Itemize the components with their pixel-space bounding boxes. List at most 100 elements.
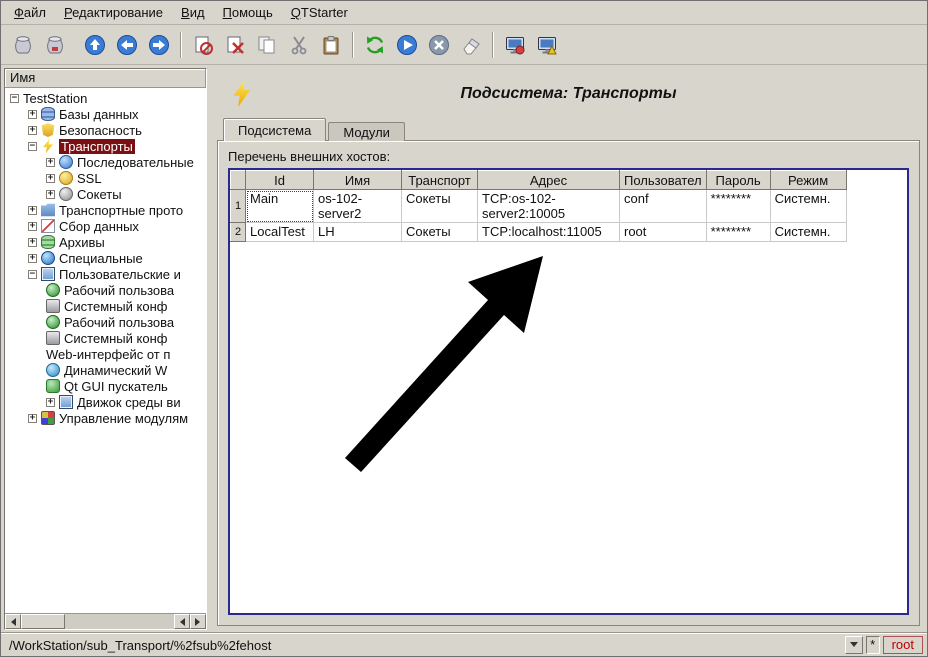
cell-mode[interactable]: Системн. bbox=[770, 223, 846, 242]
tree-item-label: Рабочий пользова bbox=[64, 283, 174, 298]
cell-address[interactable]: TCP:os-102-server2:10005 bbox=[478, 190, 620, 223]
user-dropdown-button[interactable] bbox=[845, 636, 863, 654]
cell-password[interactable]: ******** bbox=[706, 223, 770, 242]
expander-icon[interactable]: + bbox=[28, 206, 37, 215]
menu-qtstarter[interactable]: QTStarter bbox=[282, 2, 357, 23]
table-row[interactable]: 1 Main os-102-server2 Сокеты TCP:os-102-… bbox=[231, 190, 847, 223]
cell-transport[interactable]: Сокеты bbox=[402, 190, 478, 223]
column-header-user[interactable]: Пользовател bbox=[620, 171, 707, 190]
clear-icon[interactable] bbox=[455, 30, 487, 60]
cell-id[interactable]: LocalTest bbox=[246, 223, 314, 242]
expander-icon[interactable]: + bbox=[28, 110, 37, 119]
up-level-icon[interactable] bbox=[79, 30, 111, 60]
tree-item-web-vision[interactable]: Рабочий пользова bbox=[5, 282, 206, 298]
scroll-right-icon[interactable] bbox=[190, 614, 206, 629]
forward-icon[interactable] bbox=[143, 30, 175, 60]
tree-item-web-dyn[interactable]: Динамический W bbox=[5, 362, 206, 378]
tree-item-qt-config[interactable]: Системный конф bbox=[5, 330, 206, 346]
column-header-id[interactable]: Id bbox=[246, 171, 314, 190]
expander-icon[interactable]: − bbox=[28, 142, 37, 151]
tab-modules[interactable]: Модули bbox=[328, 122, 405, 141]
paste-item-icon[interactable] bbox=[315, 30, 347, 60]
scroll-left-icon[interactable] bbox=[174, 614, 190, 629]
tree-item-web-user[interactable]: Web-интерфейс от п bbox=[5, 346, 206, 362]
menu-help[interactable]: Помощь bbox=[214, 2, 282, 23]
cell-user[interactable]: root bbox=[620, 223, 707, 242]
hosts-table-area[interactable]: Id Имя Транспорт Адрес Пользовател Парол… bbox=[228, 168, 909, 615]
tree-item-sockets[interactable]: + Сокеты bbox=[5, 186, 206, 202]
menu-view[interactable]: Вид bbox=[172, 2, 214, 23]
refresh-icon[interactable] bbox=[359, 30, 391, 60]
chevron-down-icon bbox=[850, 642, 858, 651]
expander-icon[interactable]: + bbox=[46, 190, 55, 199]
expander-icon[interactable]: + bbox=[46, 158, 55, 167]
cell-mode[interactable]: Системн. bbox=[770, 190, 846, 223]
expander-icon[interactable]: + bbox=[28, 126, 37, 135]
scroll-left-icon[interactable] bbox=[5, 614, 21, 629]
tree-item-module-management[interactable]: + Управление модулям bbox=[5, 410, 206, 426]
tree-item-security[interactable]: + Безопасность bbox=[5, 122, 206, 138]
cell-password[interactable]: ******** bbox=[706, 190, 770, 223]
scrollbar-thumb[interactable] bbox=[21, 614, 65, 629]
cut-item-icon[interactable] bbox=[283, 30, 315, 60]
table-row[interactable]: 2 LocalTest LH Сокеты TCP:localhost:1100… bbox=[231, 223, 847, 242]
column-header-address[interactable]: Адрес bbox=[478, 171, 620, 190]
column-header-transport[interactable]: Транспорт bbox=[402, 171, 478, 190]
tree-item-databases[interactable]: + Базы данных bbox=[5, 106, 206, 122]
expander-icon[interactable]: + bbox=[28, 254, 37, 263]
tree-item-ssl[interactable]: + SSL bbox=[5, 170, 206, 186]
menu-file[interactable]: Файл bbox=[5, 2, 55, 23]
cell-user[interactable]: conf bbox=[620, 190, 707, 223]
cell-id[interactable]: Main bbox=[246, 190, 314, 223]
start-updating-icon[interactable] bbox=[391, 30, 423, 60]
copy-item-icon[interactable] bbox=[251, 30, 283, 60]
column-header-mode[interactable]: Режим bbox=[770, 171, 846, 190]
tree-item-serial[interactable]: + Последовательные bbox=[5, 154, 206, 170]
add-item-icon[interactable] bbox=[187, 30, 219, 60]
globe-icon bbox=[46, 363, 60, 377]
tree-item-specials[interactable]: + Специальные bbox=[5, 250, 206, 266]
menu-edit[interactable]: Редактирование bbox=[55, 2, 172, 23]
load-from-db-icon[interactable] bbox=[7, 30, 39, 60]
cell-name[interactable]: os-102-server2 bbox=[314, 190, 402, 223]
cell-address[interactable]: TCP:localhost:11005 bbox=[478, 223, 620, 242]
row-header[interactable]: 2 bbox=[231, 223, 246, 242]
expander-icon[interactable]: − bbox=[10, 94, 19, 103]
cell-transport[interactable]: Сокеты bbox=[402, 223, 478, 242]
tree-header[interactable]: Имя bbox=[5, 69, 206, 88]
tree-item-protocols[interactable]: + Транспортные прото bbox=[5, 202, 206, 218]
expander-icon[interactable]: + bbox=[46, 174, 55, 183]
expander-icon[interactable]: − bbox=[28, 270, 37, 279]
tree-item-qt-starter[interactable]: Qt GUI пускатель bbox=[5, 378, 206, 394]
column-header-name[interactable]: Имя bbox=[314, 171, 402, 190]
stop-updating-icon[interactable] bbox=[423, 30, 455, 60]
remove-item-icon[interactable] bbox=[219, 30, 251, 60]
tree-item-label: Безопасность bbox=[59, 123, 142, 138]
tree-item-transports[interactable]: − Транспорты bbox=[5, 138, 206, 154]
archive-icon bbox=[41, 235, 55, 249]
expander-icon[interactable]: + bbox=[28, 414, 37, 423]
back-icon[interactable] bbox=[111, 30, 143, 60]
expander-icon[interactable]: + bbox=[28, 238, 37, 247]
scrollbar-track[interactable] bbox=[65, 614, 174, 629]
cell-name[interactable]: LH bbox=[314, 223, 402, 242]
tree-item-label: SSL bbox=[77, 171, 102, 186]
column-header-password[interactable]: Пароль bbox=[706, 171, 770, 190]
tree-item-user-interfaces[interactable]: − Пользовательские и bbox=[5, 266, 206, 282]
statusbar: /WorkStation/sub_Transport/%2fsub%2fehos… bbox=[1, 633, 927, 656]
tree-item-vca-engine[interactable]: + Движок среды ви bbox=[5, 394, 206, 410]
expander-icon[interactable]: + bbox=[46, 398, 55, 407]
tree-horizontal-scrollbar[interactable] bbox=[5, 613, 206, 629]
tree-item-data-acquisition[interactable]: + Сбор данных bbox=[5, 218, 206, 234]
tree-item-label: Рабочий пользова bbox=[64, 315, 174, 330]
tree-item-teststation[interactable]: − TestStation bbox=[5, 90, 206, 106]
tree-item-vision[interactable]: Рабочий пользова bbox=[5, 314, 206, 330]
expander-icon[interactable]: + bbox=[28, 222, 37, 231]
row-header[interactable]: 1 bbox=[231, 190, 246, 223]
qtstarter-monitor-icon[interactable] bbox=[499, 30, 531, 60]
tab-subsystem[interactable]: Подсистема bbox=[223, 118, 326, 141]
tree-item-web-config[interactable]: Системный конф bbox=[5, 298, 206, 314]
tree-item-archives[interactable]: + Архивы bbox=[5, 234, 206, 250]
qtstarter-config-icon[interactable] bbox=[531, 30, 563, 60]
save-to-db-icon[interactable] bbox=[39, 30, 71, 60]
